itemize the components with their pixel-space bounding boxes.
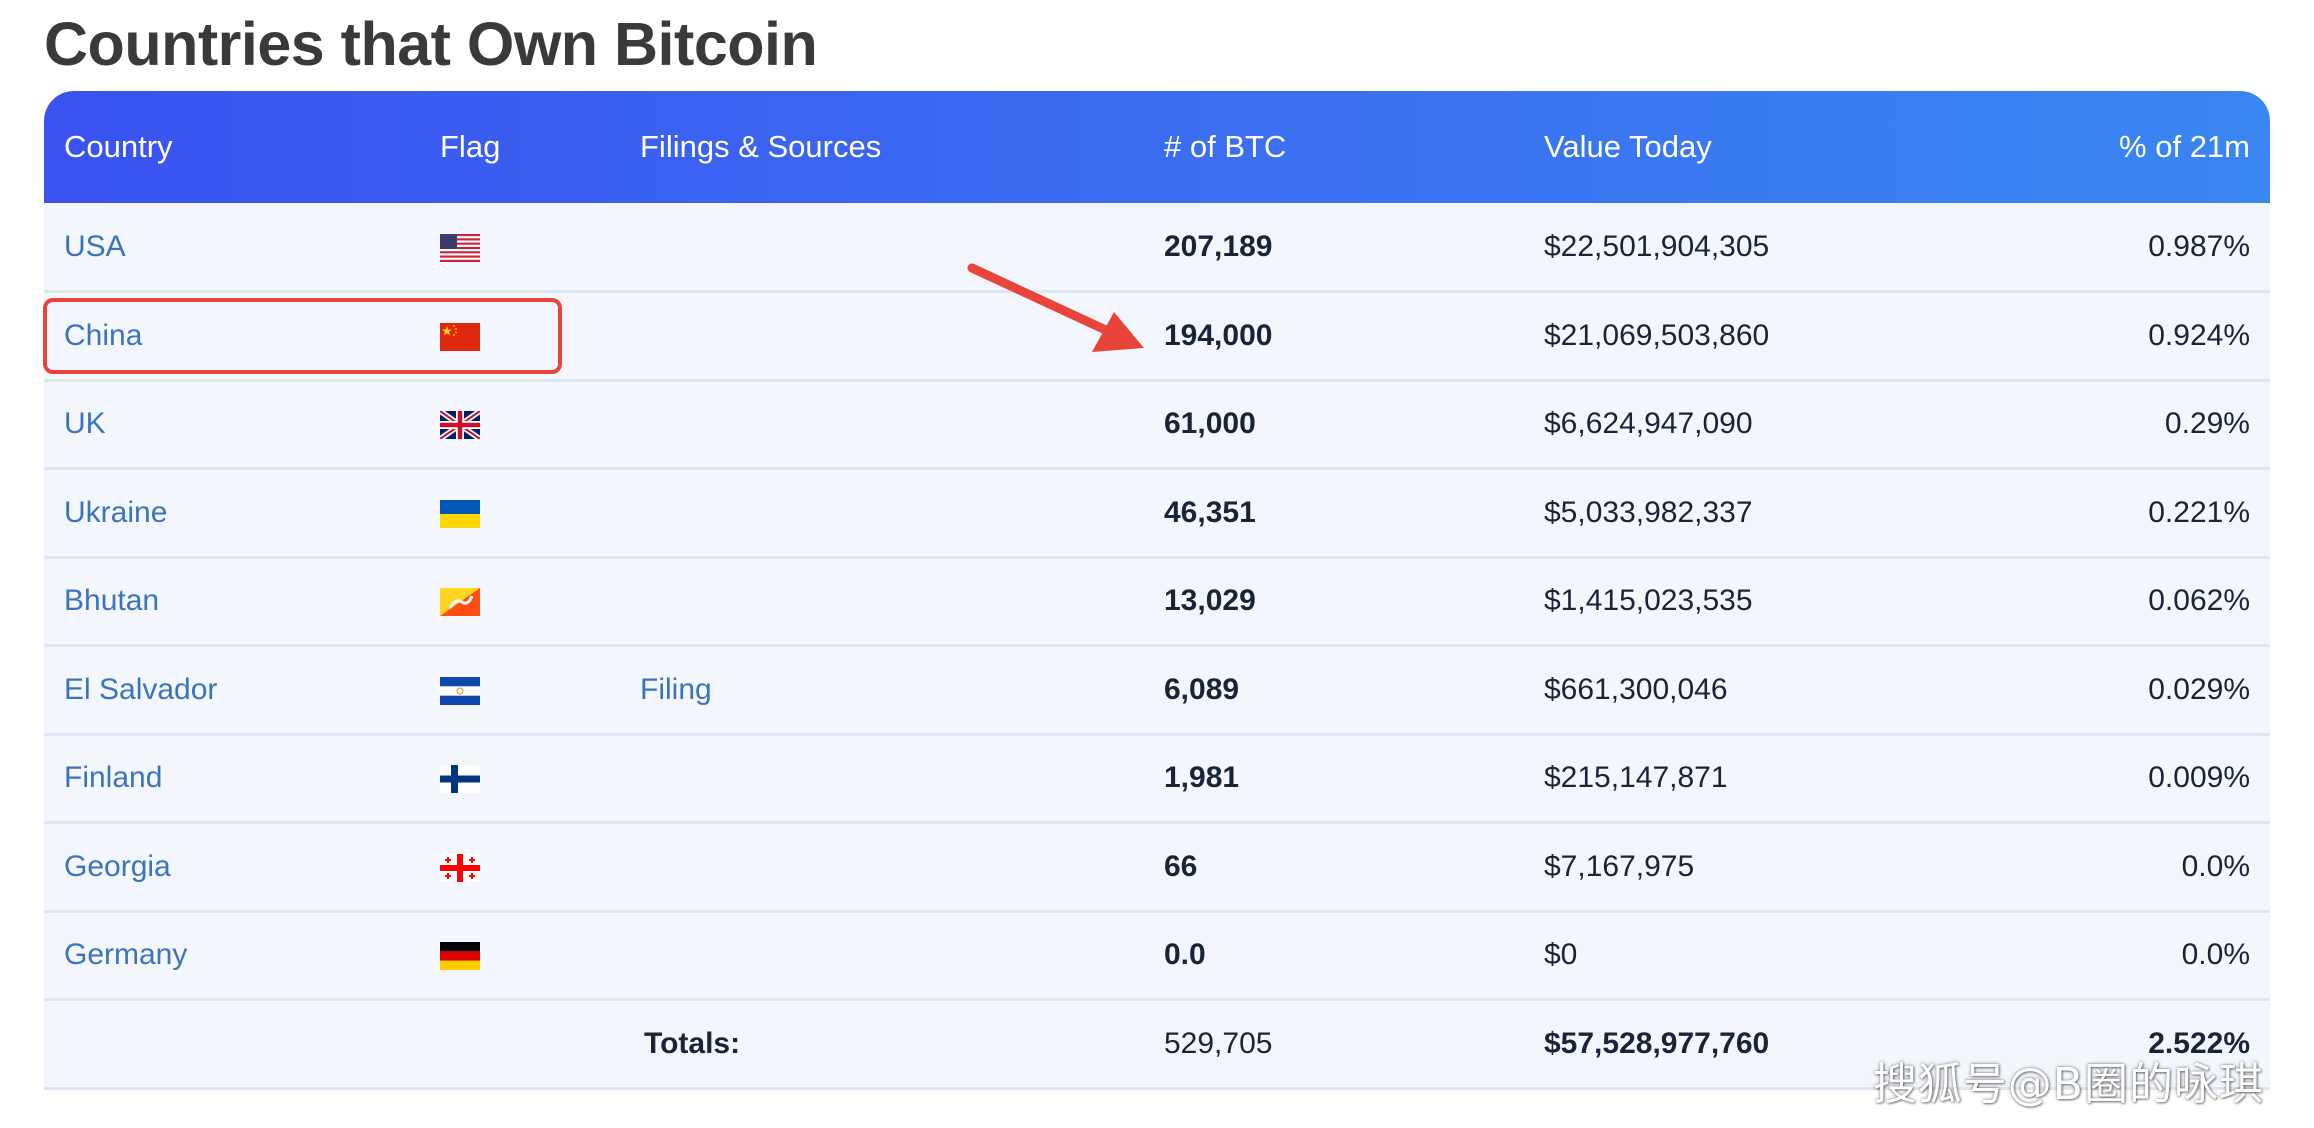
table-row: El Salvador Filing 6,089 $661,300,046 0.… [44, 645, 2270, 734]
table-header-row: Country Flag Filings & Sources # of BTC … [44, 91, 2270, 203]
watermark: 搜狐号@B圈的咏琪 [1872, 1059, 2264, 1110]
page: Countries that Own Bitcoin Country Flag … [0, 0, 2314, 1128]
btc-amount: 13,029 [1164, 584, 1256, 618]
country-link[interactable]: Ukraine [64, 496, 167, 529]
pct-of-21m: 0.062% [2148, 584, 2250, 618]
value-today: $661,300,046 [1544, 672, 1728, 706]
arrow-pointer-icon [967, 263, 1144, 352]
value-today: $5,033,982,337 [1544, 495, 1753, 529]
table-row: Georgia 66 $7,167,975 0.0% [44, 822, 2270, 911]
table-row: Germany 0.0 $0 0.0% [44, 911, 2270, 1000]
btc-amount: 194,000 [1164, 318, 1273, 352]
pct-of-21m: 0.29% [2164, 407, 2250, 441]
ua-flag-icon [440, 499, 480, 528]
btc-amount: 66 [1164, 849, 1198, 883]
value-today: $6,624,947,090 [1544, 407, 1753, 441]
country-link[interactable]: UK [64, 407, 106, 440]
country-link[interactable]: Finland [64, 761, 162, 794]
table-row: Finland 1,981 $215,147,871 0.009% [44, 734, 2270, 823]
pct-of-21m: 0.0% [2181, 938, 2250, 972]
value-today: $21,069,503,860 [1544, 318, 1770, 352]
bitcoin-holdings-table: Country Flag Filings & Sources # of BTC … [44, 91, 2270, 1090]
btc-amount: 207,189 [1164, 229, 1273, 263]
value-today: $215,147,871 [1544, 761, 1728, 795]
column-header-pct[interactable]: % of 21m [1944, 91, 2270, 203]
fi-flag-icon [440, 765, 480, 794]
table-row: UK 61,000 $6,624,947,090 0.29% [44, 380, 2270, 469]
totals-btc: 529,705 [1164, 1026, 1273, 1060]
country-link[interactable]: El Salvador [64, 673, 217, 706]
page-title: Countries that Own Bitcoin [44, 10, 818, 78]
bt-flag-icon [440, 588, 480, 617]
btc-amount: 1,981 [1164, 761, 1240, 795]
pct-of-21m: 0.987% [2148, 229, 2250, 263]
totals-value: $57,528,977,760 [1544, 1026, 1770, 1060]
de-flag-icon [440, 942, 480, 971]
pct-of-21m: 0.029% [2148, 672, 2250, 706]
country-link[interactable]: Georgia [64, 850, 171, 883]
column-header-flag[interactable]: Flag [420, 91, 620, 203]
value-today: $0 [1544, 938, 1578, 972]
pct-of-21m: 0.221% [2148, 495, 2250, 529]
column-header-filings[interactable]: Filings & Sources [620, 91, 1144, 203]
pct-of-21m: 0.009% [2148, 761, 2250, 795]
column-header-value[interactable]: Value Today [1524, 91, 1944, 203]
column-header-country[interactable]: Country [44, 91, 420, 203]
country-link[interactable]: Germany [64, 938, 187, 971]
value-today: $7,167,975 [1544, 849, 1695, 883]
us-flag-icon [440, 233, 480, 262]
sv-flag-icon [440, 676, 480, 705]
table-row: Ukraine 46,351 $5,033,982,337 0.221% [44, 468, 2270, 557]
country-link[interactable]: USA [64, 230, 126, 263]
btc-amount: 0.0 [1164, 938, 1206, 972]
column-header-btc[interactable]: # of BTC [1144, 91, 1524, 203]
filing-link[interactable]: Filing [640, 673, 712, 706]
pct-of-21m: 0.924% [2148, 318, 2250, 352]
ge-flag-icon [440, 853, 480, 882]
value-today: $1,415,023,535 [1544, 584, 1753, 618]
btc-amount: 46,351 [1164, 495, 1256, 529]
country-link[interactable]: Bhutan [64, 584, 159, 617]
table-row: Bhutan 13,029 $1,415,023,535 0.062% [44, 557, 2270, 646]
btc-amount: 6,089 [1164, 672, 1240, 706]
pct-of-21m: 0.0% [2181, 849, 2250, 883]
uk-flag-icon [440, 411, 480, 440]
btc-amount: 61,000 [1164, 407, 1256, 441]
china-highlight-box [43, 298, 562, 374]
totals-label: Totals: [644, 1026, 741, 1060]
value-today: $22,501,904,305 [1544, 229, 1770, 263]
bitcoin-holdings-table-wrap: Country Flag Filings & Sources # of BTC … [44, 91, 2270, 1090]
